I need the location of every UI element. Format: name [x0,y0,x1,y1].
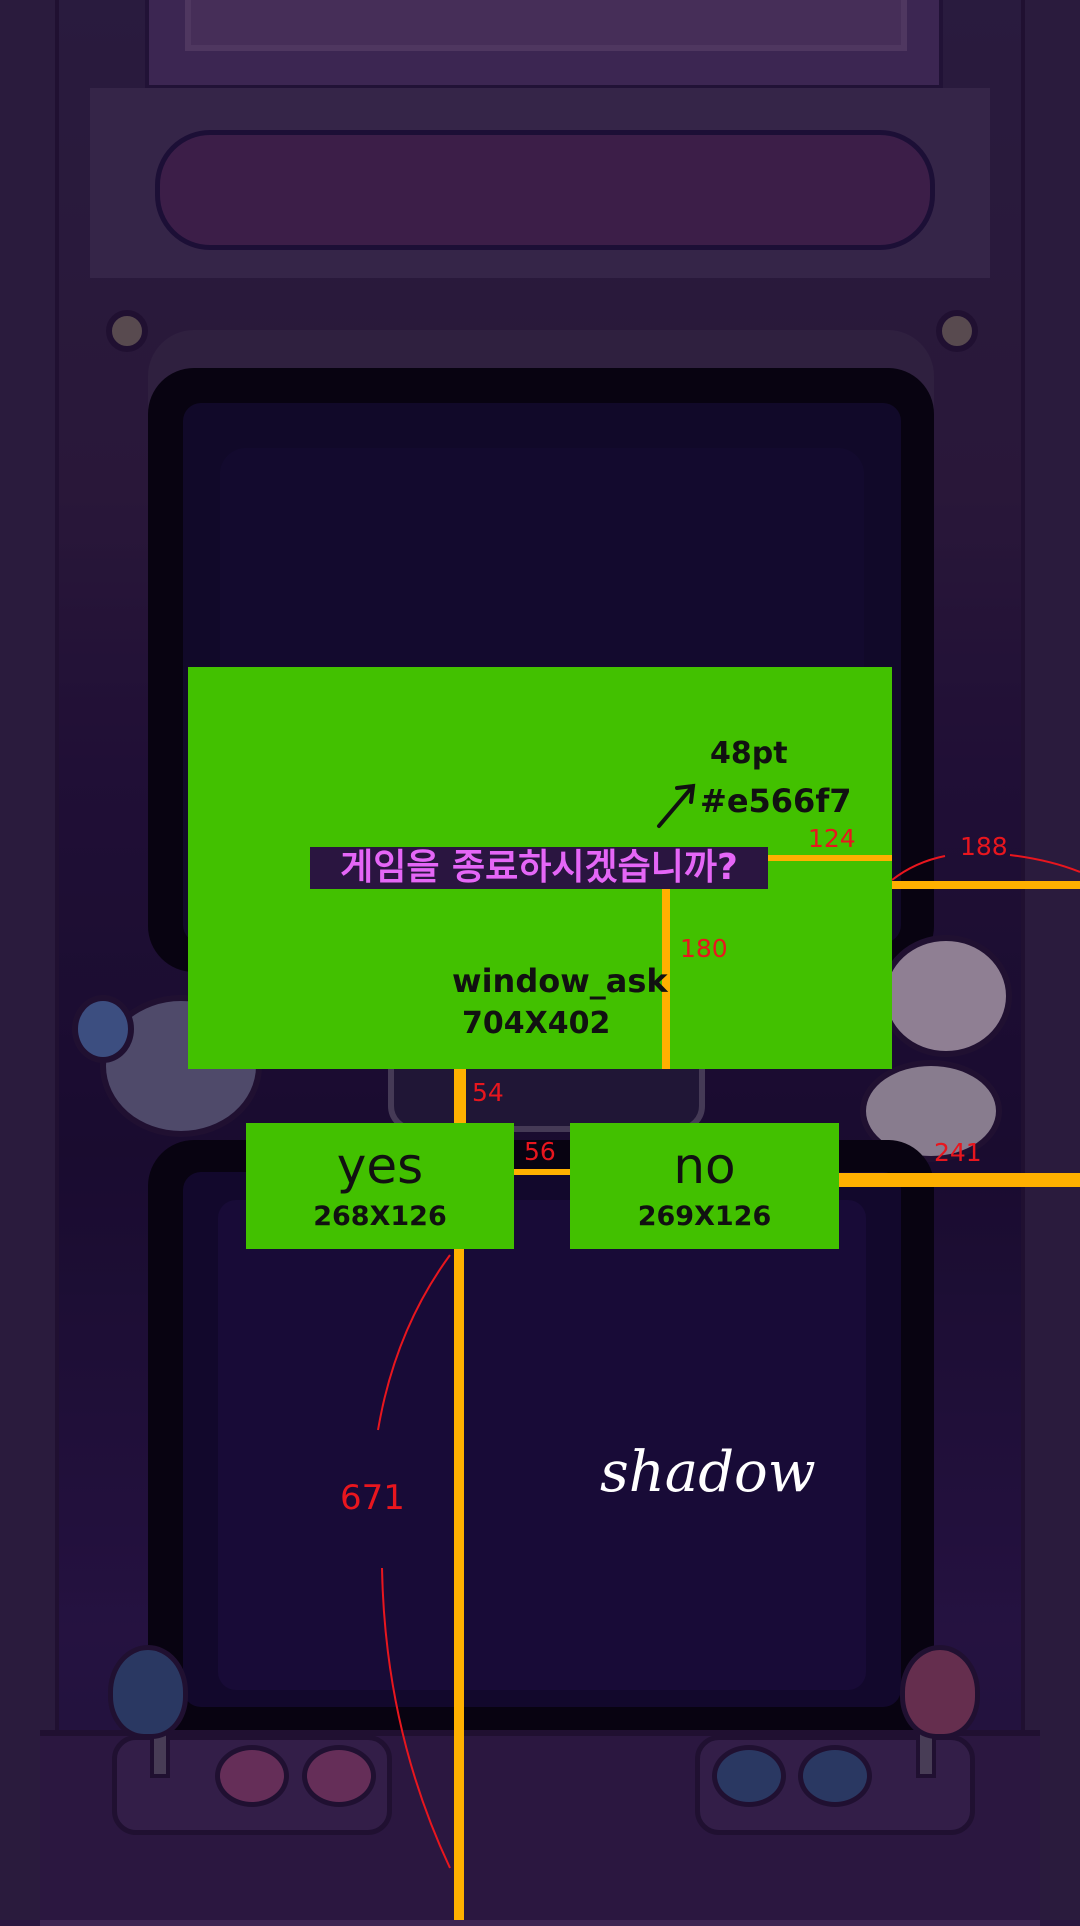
shadow-overlay-label: shadow [600,1440,816,1505]
dimension-brackets [377,854,1080,1869]
